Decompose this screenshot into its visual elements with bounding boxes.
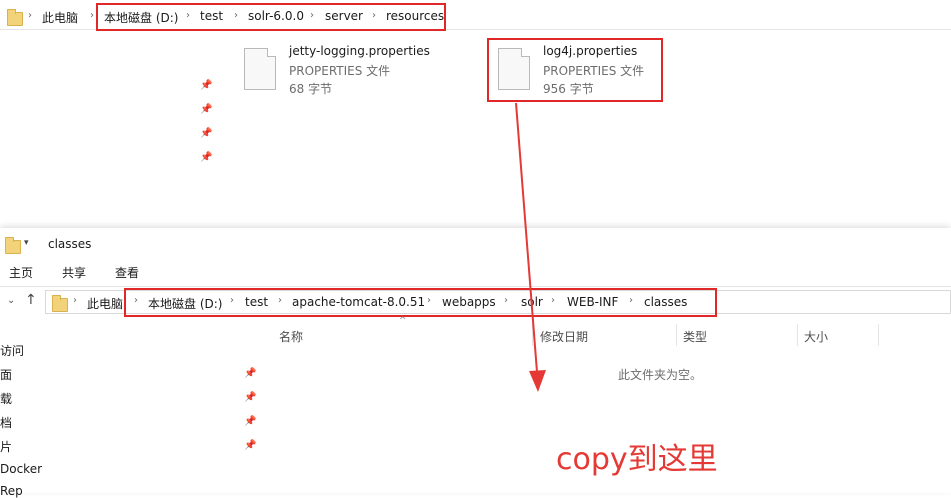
annotation-arrow bbox=[515, 102, 546, 392]
